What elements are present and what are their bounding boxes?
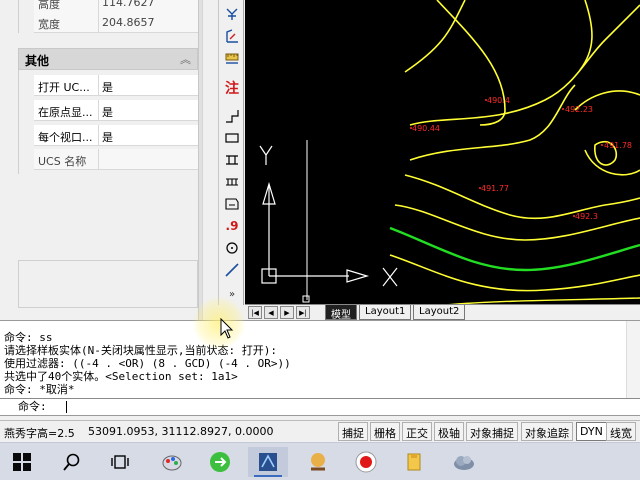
coordinate-readout: 53091.0953, 31112.8927, 0.0000 bbox=[88, 425, 274, 438]
decimal-icon[interactable]: .9 bbox=[222, 216, 242, 236]
property-row-ucs-on[interactable]: 打开 UC... 是 bbox=[34, 75, 198, 96]
osnap-toggle[interactable]: 对象捕捉 bbox=[466, 422, 518, 441]
command-history: 命令: ss 请选择样板实体(N-关闭块属性显示,当前状态: 打开): 使用过滤… bbox=[4, 331, 624, 396]
status-bar: 燕秀字高=2.5 53091.0953, 31112.8927, 0.0000 … bbox=[0, 420, 640, 442]
command-history-line: 命令: *取消* bbox=[4, 383, 75, 396]
ucs-icon bbox=[259, 140, 398, 303]
tab-layout2[interactable]: Layout2 bbox=[413, 305, 466, 320]
property-value: 114.7627 bbox=[102, 0, 155, 9]
dyn-toggle[interactable]: DYN bbox=[576, 422, 607, 441]
attribute-icon[interactable] bbox=[222, 4, 242, 24]
elevation-label: 492.3 bbox=[575, 212, 598, 221]
grid-icon[interactable] bbox=[222, 172, 242, 192]
properties-panel: 高度 114.7627 宽度 204.8657 其他 ︽ 打开 UC... 是 … bbox=[0, 0, 202, 330]
command-scrollbar[interactable] bbox=[626, 321, 640, 398]
command-history-line: 命令: ss bbox=[4, 331, 53, 344]
section-header-other[interactable]: 其他 ︽ bbox=[18, 48, 198, 70]
circle-icon[interactable] bbox=[222, 238, 242, 258]
expand-icon[interactable]: » bbox=[222, 284, 242, 304]
tab-model[interactable]: 模型 bbox=[325, 305, 357, 321]
property-key: 每个视口... bbox=[38, 131, 93, 144]
property-description-box bbox=[18, 260, 198, 308]
property-row-width[interactable]: 宽度 204.8657 bbox=[34, 12, 198, 33]
windows-start-icon[interactable] bbox=[2, 447, 42, 477]
otrack-toggle[interactable]: 对象追踪 bbox=[521, 422, 573, 441]
cloud-app-icon[interactable] bbox=[444, 447, 484, 477]
property-row-ucs-per-viewport[interactable]: 每个视口... 是 bbox=[34, 125, 198, 146]
elevation-label: 491.78 bbox=[604, 141, 632, 150]
elevation-label: 492.23 bbox=[565, 105, 593, 114]
drawing-canvas[interactable]: 490.4 492.23 490.44 491.78 491.77 492.3 bbox=[245, 0, 640, 305]
text-caret bbox=[66, 401, 67, 413]
property-value[interactable]: 是 bbox=[102, 129, 113, 145]
dimension-icon[interactable] bbox=[222, 26, 242, 46]
rectangle-icon[interactable] bbox=[222, 128, 242, 148]
game-app-icon[interactable] bbox=[298, 447, 338, 477]
ruler-icon[interactable] bbox=[222, 48, 242, 68]
property-key: 高度 bbox=[38, 0, 60, 11]
command-history-line: 共选中了40个实体。<Selection set: 1a1> bbox=[4, 370, 238, 383]
next-tab-button[interactable]: ▶ bbox=[280, 306, 294, 319]
record-app-icon[interactable] bbox=[346, 447, 386, 477]
first-tab-button[interactable]: |◀ bbox=[248, 306, 262, 319]
lineweight-toggle[interactable]: 线宽 bbox=[606, 422, 636, 441]
panel-scrollbar[interactable] bbox=[202, 0, 218, 330]
property-key: UCS 名称 bbox=[38, 155, 87, 168]
ortho-toggle[interactable]: 正交 bbox=[402, 422, 432, 441]
windows-taskbar bbox=[0, 442, 640, 480]
paint-app-icon[interactable] bbox=[152, 447, 192, 477]
search-icon[interactable] bbox=[52, 447, 92, 477]
cad-app-icon[interactable] bbox=[248, 447, 288, 477]
annotation-icon[interactable]: 注 bbox=[222, 78, 242, 98]
contour-drawing: 490.4 492.23 490.44 491.78 491.77 492.3 bbox=[259, 0, 640, 305]
elevation-label: 490.4 bbox=[487, 96, 510, 105]
line-icon[interactable] bbox=[222, 260, 242, 280]
property-value: 204.8657 bbox=[102, 16, 155, 29]
grid-toggle[interactable]: 栅格 bbox=[370, 422, 400, 441]
polar-toggle[interactable]: 极轴 bbox=[434, 422, 464, 441]
property-value[interactable]: 是 bbox=[102, 104, 113, 120]
property-key: 在原点显... bbox=[38, 106, 93, 119]
prev-tab-button[interactable]: ◀ bbox=[264, 306, 278, 319]
collapse-chevron-icon[interactable]: ︽ bbox=[180, 51, 191, 67]
property-value[interactable]: 是 bbox=[102, 79, 113, 95]
task-view-icon[interactable] bbox=[100, 447, 140, 477]
last-tab-button[interactable]: ▶| bbox=[296, 306, 310, 319]
text-height-setting[interactable]: 燕秀字高=2.5 bbox=[4, 425, 75, 441]
green-app-icon[interactable] bbox=[200, 447, 240, 477]
snap-toggle[interactable]: 捕捉 bbox=[338, 422, 368, 441]
command-history-line: 使用过滤器: ((-4 . <OR) (8 . GCD) (-4 . OR>)) bbox=[4, 357, 291, 370]
file-explorer-icon[interactable] bbox=[394, 447, 434, 477]
property-key: 打开 UC... bbox=[38, 81, 90, 94]
vertical-toolbar: 注 .9 » bbox=[218, 0, 244, 305]
command-input[interactable]: 命令: bbox=[0, 398, 640, 414]
elevation-label: 490.44 bbox=[412, 124, 440, 133]
elevation-label: 491.77 bbox=[481, 184, 509, 193]
step-icon[interactable] bbox=[222, 106, 242, 126]
property-row-ucs-name[interactable]: UCS 名称 bbox=[34, 149, 198, 170]
layout-tabs: |◀ ◀ ▶ ▶| 模型 Layout1 Layout2 bbox=[245, 304, 640, 321]
command-prompt: 命令: bbox=[18, 400, 47, 413]
columns-icon[interactable] bbox=[222, 150, 242, 170]
tab-layout1[interactable]: Layout1 bbox=[359, 305, 412, 320]
command-history-line: 请选择样板实体(N-关闭块属性显示,当前状态: 打开): bbox=[4, 344, 277, 357]
property-row-ucs-origin[interactable]: 在原点显... 是 bbox=[34, 100, 198, 121]
section-title: 其他 bbox=[25, 54, 50, 68]
layout-icon[interactable] bbox=[222, 194, 242, 214]
mouse-cursor-icon bbox=[220, 318, 234, 339]
property-key: 宽度 bbox=[38, 18, 60, 31]
